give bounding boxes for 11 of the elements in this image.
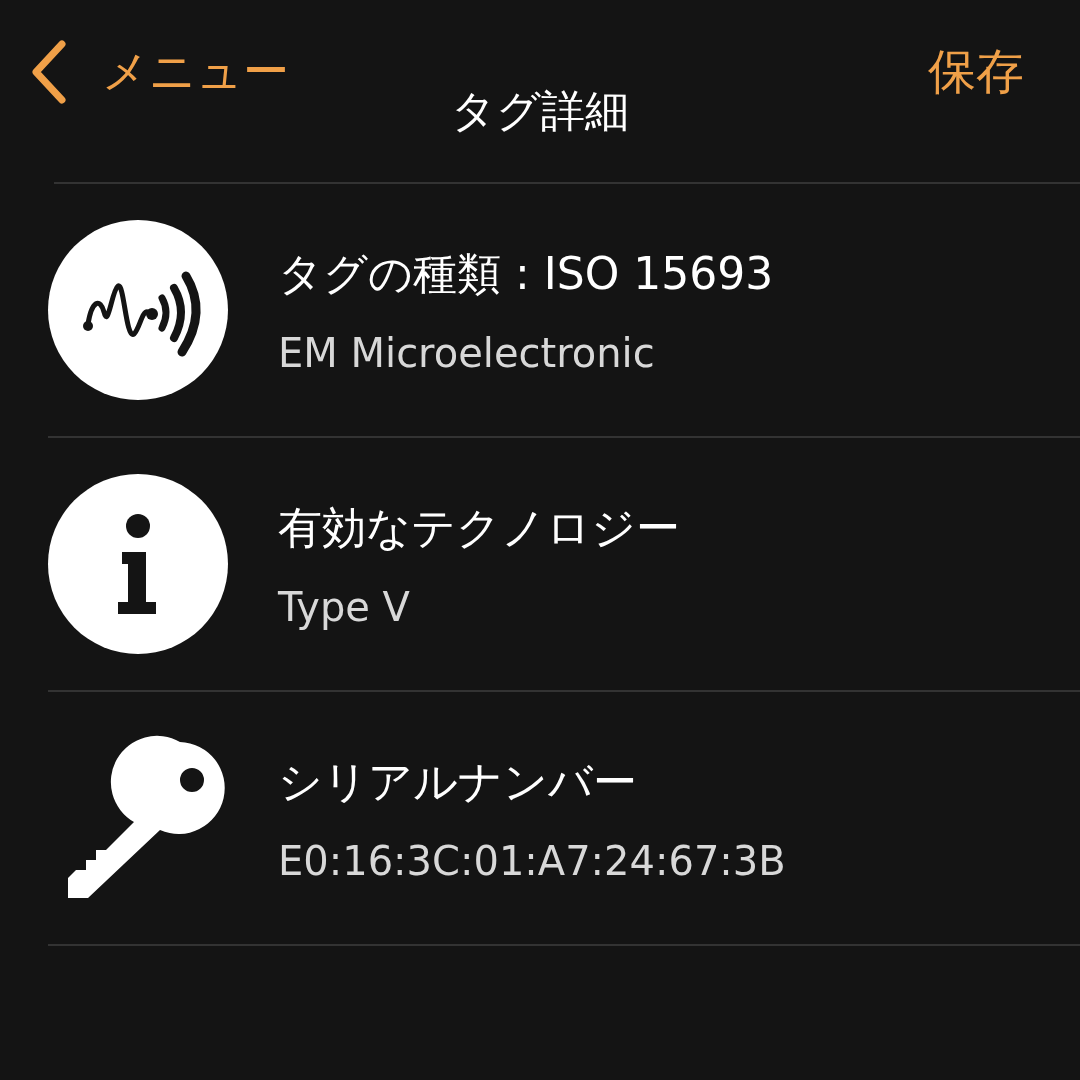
row-value: E0:16:3C:01:A7:24:67:3B: [278, 837, 786, 884]
signal-wave-icon: [48, 220, 228, 400]
row-value: EM Microelectronic: [278, 329, 656, 376]
row-title: タグの種類 : ISO 15693: [278, 246, 774, 301]
row-title: シリアルナンバー: [278, 754, 638, 809]
save-button[interactable]: 保存: [928, 40, 1024, 104]
row-title: 有効なテクノロジー: [278, 500, 680, 555]
row-value: Type V: [278, 583, 411, 630]
info-icon: [48, 474, 228, 654]
back-button[interactable]: メニュー: [28, 40, 289, 104]
screen-title: タグ詳細: [450, 84, 630, 138]
